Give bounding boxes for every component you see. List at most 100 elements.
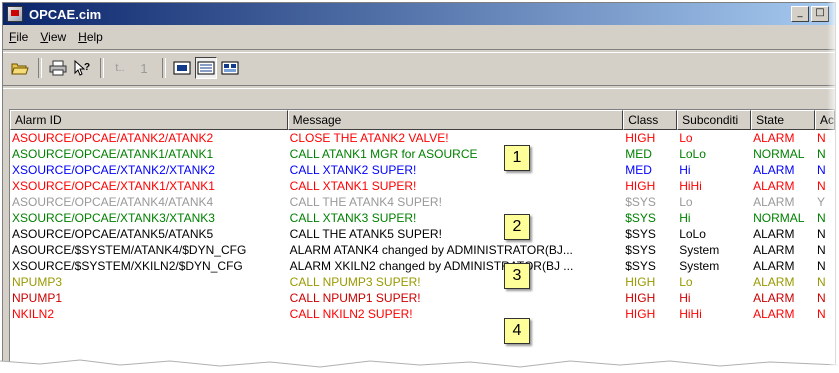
message-cell: ALARM XKILN2 changed by ADMINISTRATOR(BJ… — [289, 259, 574, 273]
column-header-class[interactable]: Class — [623, 110, 678, 130]
print-icon[interactable] — [47, 57, 69, 79]
table-row[interactable]: NPUMP1 CALL NPUMP1 SUPER! HIGH Hi ALARM N — [10, 290, 835, 306]
menu-file[interactable]: File — [3, 30, 34, 44]
class-cell: HIGH — [625, 131, 656, 145]
alarm-id-cell: XSOURCE/OPCAE/XTANK3/XTANK3 — [12, 211, 215, 225]
subcondition-cell: Hi — [679, 291, 691, 305]
message-cell: CALL NKILN2 SUPER! — [289, 307, 413, 321]
column-header-subcondition[interactable]: Subconditi — [677, 110, 752, 130]
class-cell: $SYS — [625, 243, 656, 257]
list-rows: ASOURCE/OPCAE/ATANK2/ATANK2 CLOSE THE ATA… — [10, 130, 835, 322]
column-header-state[interactable]: State — [751, 110, 815, 130]
table-row[interactable]: ASOURCE/OPCAE/ATANK5/ATANK5 CALL THE ATAN… — [10, 226, 835, 242]
table-row[interactable]: ASOURCE/$SYSTEM/ATANK4/$DYN_CFG ALARM ATA… — [10, 242, 835, 258]
app-window: OPCAE.cim _ □ File View Help ? t.. 1 Ala… — [2, 2, 836, 370]
alarm-id-cell: ASOURCE/OPCAE/ATANK1/ATANK1 — [12, 147, 214, 161]
column-header-message[interactable]: Message — [287, 110, 624, 130]
table-row[interactable]: XSOURCE/$SYSTEM/XKILN2/$DYN_CFG ALARM XKI… — [10, 258, 835, 274]
class-cell: $SYS — [625, 195, 656, 209]
message-cell: CALL NPUMP3 SUPER! — [289, 275, 421, 289]
menu-view[interactable]: View — [34, 30, 72, 44]
table-row[interactable]: ASOURCE/OPCAE/ATANK4/ATANK4 CALL THE ATAN… — [10, 194, 835, 210]
menu-view-label: iew — [48, 30, 67, 44]
app-icon[interactable] — [7, 6, 23, 22]
callout-4: 4 — [504, 318, 530, 344]
subcondition-cell: System — [679, 259, 720, 273]
menu-help-mnemonic: H — [78, 30, 87, 44]
subcondition-cell: Lo — [679, 131, 693, 145]
state-cell: ALARM — [753, 243, 795, 257]
previous-icon[interactable]: t.. — [109, 57, 131, 79]
alarm-id-cell: ASOURCE/$SYSTEM/ATANK4/$DYN_CFG — [12, 243, 247, 257]
table-row[interactable]: NPUMP3 CALL NPUMP3 SUPER! HIGH Lo ALARM N — [10, 274, 835, 290]
open-folder-icon[interactable] — [9, 57, 31, 79]
class-cell: MED — [625, 147, 652, 161]
table-row[interactable]: XSOURCE/OPCAE/XTANK2/XTANK2 CALL XTANK2 S… — [10, 162, 835, 178]
toolbar-separator — [38, 58, 42, 78]
context-help-icon[interactable]: ? — [71, 57, 93, 79]
table-row[interactable]: XSOURCE/OPCAE/XTANK3/XTANK3 CALL XTANK3 S… — [10, 210, 835, 226]
message-cell: ALARM ATANK4 changed by ADMINISTRATOR(BJ… — [289, 243, 573, 257]
message-cell: CALL XTANK3 SUPER! — [289, 211, 417, 225]
right-fade — [827, 0, 839, 373]
list-header: Alarm ID Message Class Subconditi State … — [10, 110, 835, 130]
table-row[interactable]: NKILN2 CALL NKILN2 SUPER! HIGH HiHi ALARM N — [10, 306, 835, 322]
subcondition-cell: HiHi — [679, 179, 702, 193]
alarm-id-cell: ASOURCE/OPCAE/ATANK5/ATANK5 — [12, 227, 214, 241]
alarm-id-cell: XSOURCE/OPCAE/XTANK2/XTANK2 — [12, 163, 215, 177]
subcondition-cell: Hi — [679, 211, 691, 225]
alarm-id-cell: XSOURCE/OPCAE/XTANK1/XTANK1 — [12, 179, 215, 193]
callout-2: 2 — [504, 214, 530, 240]
message-cell: CALL ATANK1 MGR for ASOURCE — [289, 147, 478, 161]
class-cell: $SYS — [625, 211, 656, 225]
menu-help[interactable]: Help — [72, 30, 109, 44]
state-cell: NORMAL — [753, 211, 805, 225]
subcondition-cell: Lo — [679, 195, 693, 209]
menu-bar: File View Help — [3, 27, 109, 47]
toolbar-divider — [3, 85, 835, 89]
view-large-icon[interactable] — [171, 57, 193, 79]
window-controls: _ □ — [791, 6, 829, 22]
subcondition-cell: Hi — [679, 163, 691, 177]
state-cell: ALARM — [753, 179, 795, 193]
toolbar-separator — [100, 58, 104, 78]
message-cell: CALL XTANK2 SUPER! — [289, 163, 417, 177]
subcondition-cell: LoLo — [679, 147, 706, 161]
menu-view-mnemonic: V — [40, 30, 49, 44]
column-header-alarm-id[interactable]: Alarm ID — [10, 110, 288, 130]
subcondition-cell: HiHi — [679, 307, 702, 321]
state-cell: ALARM — [753, 227, 795, 241]
callout-1: 1 — [504, 145, 530, 171]
title-bar[interactable]: OPCAE.cim _ □ — [3, 3, 835, 25]
alarm-id-cell: ASOURCE/OPCAE/ATANK2/ATANK2 — [12, 131, 214, 145]
menu-divider — [3, 49, 835, 53]
alarm-id-cell: NPUMP1 — [12, 291, 63, 305]
message-cell: CALL THE ATANK4 SUPER! — [289, 195, 442, 209]
state-cell: ALARM — [753, 163, 795, 177]
subcondition-cell: System — [679, 243, 720, 257]
toolbar: ? t.. 1 — [9, 55, 243, 81]
toolbar-separator — [162, 58, 166, 78]
alarm-list[interactable]: Alarm ID Message Class Subconditi State … — [9, 109, 835, 369]
view-properties-icon[interactable] — [219, 57, 241, 79]
alarm-id-cell: ASOURCE/OPCAE/ATANK4/ATANK4 — [12, 195, 214, 209]
class-cell: HIGH — [625, 291, 656, 305]
table-row[interactable]: XSOURCE/OPCAE/XTANK1/XTANK1 CALL XTANK1 S… — [10, 178, 835, 194]
minimize-button[interactable]: _ — [791, 6, 809, 22]
alarm-id-cell: NPUMP3 — [12, 275, 63, 289]
message-cell: CLOSE THE ATANK2 VALVE! — [289, 131, 449, 145]
view-details-icon[interactable] — [195, 57, 217, 79]
class-cell: HIGH — [625, 179, 656, 193]
message-cell: CALL NPUMP1 SUPER! — [289, 291, 421, 305]
state-cell: ALARM — [753, 259, 795, 273]
table-row[interactable]: ASOURCE/OPCAE/ATANK1/ATANK1 CALL ATANK1 M… — [10, 146, 835, 162]
torn-edge — [0, 359, 839, 373]
window-title: OPCAE.cim — [29, 6, 102, 22]
table-row[interactable]: ASOURCE/OPCAE/ATANK2/ATANK2 CLOSE THE ATA… — [10, 130, 835, 146]
next-icon[interactable]: 1 — [133, 57, 155, 79]
class-cell: HIGH — [625, 307, 656, 321]
state-cell: ALARM — [753, 307, 795, 321]
state-cell: NORMAL — [753, 147, 805, 161]
class-cell: HIGH — [625, 275, 656, 289]
subcondition-cell: Lo — [679, 275, 693, 289]
